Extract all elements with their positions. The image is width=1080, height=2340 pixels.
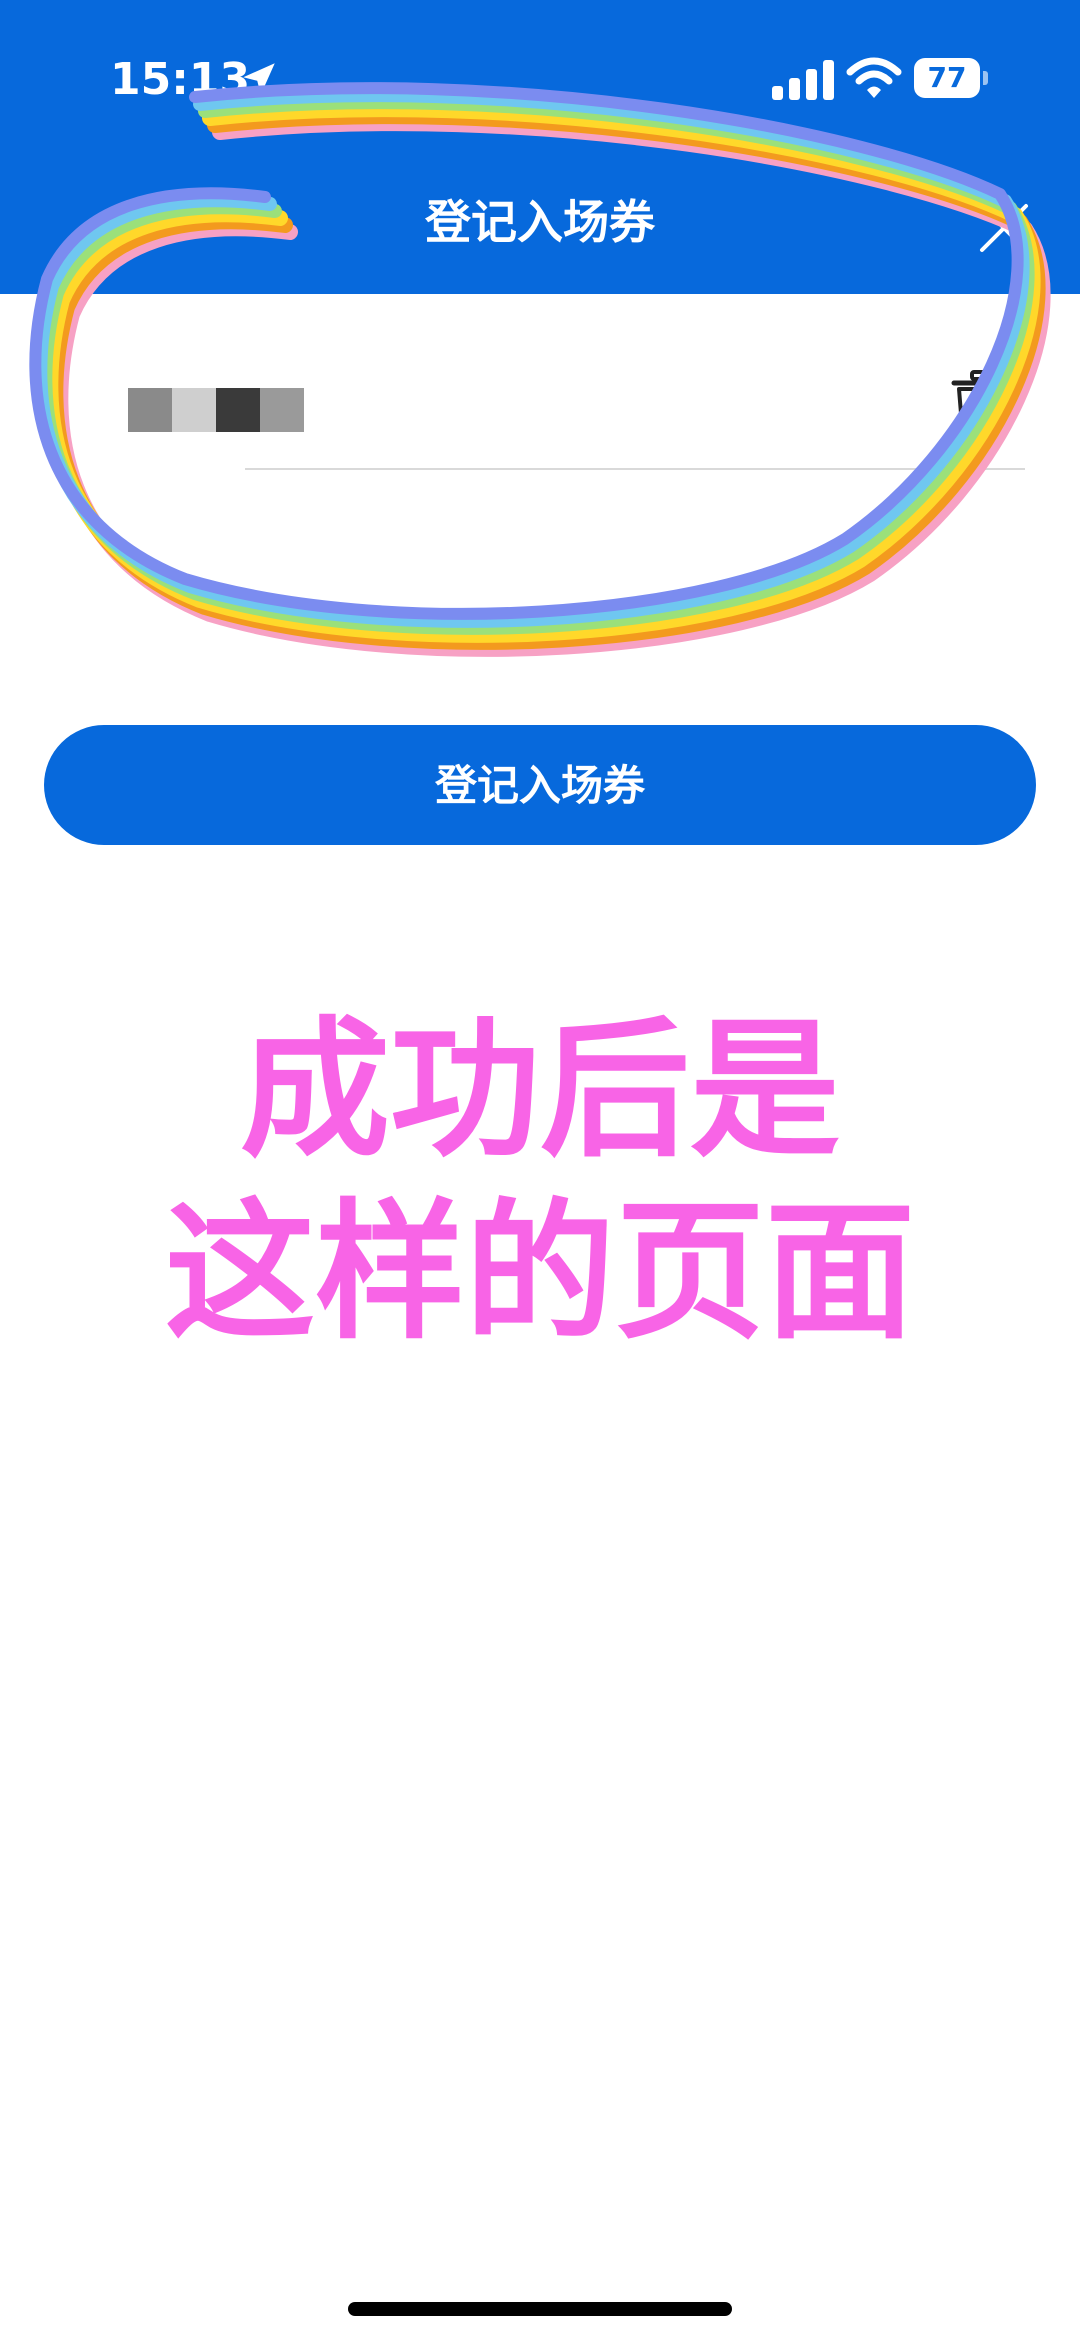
trash-icon[interactable] [950, 370, 1012, 442]
annotation-text: 成功后是 这样的页面 [0, 1000, 1080, 1364]
register-ticket-button[interactable]: 登记入场券 [44, 725, 1036, 845]
ticket-list-item[interactable] [0, 350, 1080, 472]
annotation-line-2: 这样的页面 [164, 1186, 915, 1360]
battery-level: 77 [914, 58, 980, 98]
app-header: 15:13 77 登记入场券 [0, 0, 1080, 294]
close-icon[interactable] [978, 202, 1030, 254]
redacted-ticket-code [128, 388, 304, 432]
row-divider [245, 468, 1025, 470]
location-arrow-icon [243, 63, 275, 95]
battery-cap [983, 71, 988, 85]
status-time: 15:13 [110, 54, 251, 105]
cellular-signal-icon [772, 60, 834, 100]
battery-icon: 77 [914, 58, 988, 98]
wifi-icon [846, 57, 902, 98]
page-title: 登记入场券 [425, 195, 655, 249]
annotation-line-1: 成功后是 [239, 1004, 840, 1178]
home-indicator [348, 2302, 732, 2316]
